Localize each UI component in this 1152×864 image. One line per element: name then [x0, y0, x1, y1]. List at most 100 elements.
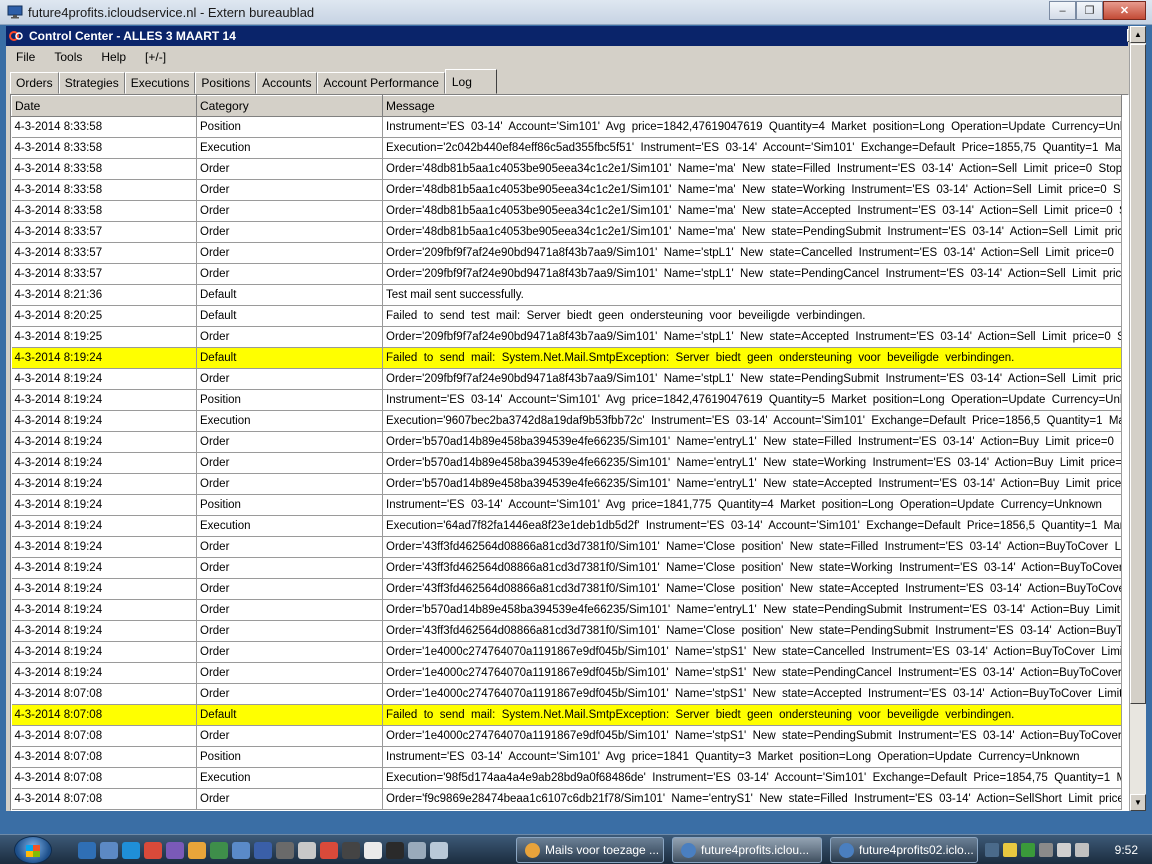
log-cell-message: Test mail sent successfully.: [382, 284, 1122, 306]
column-header-category[interactable]: Category: [196, 95, 383, 117]
battery-icon[interactable]: [1039, 843, 1053, 857]
chrome-icon[interactable]: [320, 842, 338, 859]
close-button[interactable]: ✕: [1103, 1, 1146, 20]
chart-icon[interactable]: [254, 842, 272, 859]
log-row[interactable]: 4-3-2014 8:07:08 Order Order='f9c9869e2847…: [11, 788, 1122, 810]
log-cell-category: Order: [196, 431, 383, 453]
log-row[interactable]: 4-3-2014 8:19:24 Order Order='1e4000c27476…: [11, 641, 1122, 663]
app-icon[interactable]: [386, 842, 404, 859]
remote-desktop-title: future4profits.icloudservice.nl - Extern…: [28, 5, 315, 20]
app-icon[interactable]: [276, 842, 294, 859]
log-row[interactable]: 4-3-2014 8:19:24 Order Order='209fbf9f7af2…: [11, 368, 1122, 390]
show-desktop-icon[interactable]: [78, 842, 96, 859]
app-icon[interactable]: [210, 842, 228, 859]
app-icon[interactable]: [166, 842, 184, 859]
log-row[interactable]: 4-3-2014 8:19:24 Position Instrument='ES 0…: [11, 494, 1122, 516]
log-row[interactable]: 4-3-2014 8:07:08 Order Order='1e4000c27476…: [11, 725, 1122, 747]
app-icon[interactable]: [408, 842, 426, 859]
tab-executions[interactable]: Executions: [124, 72, 196, 94]
log-cell-message: Failed to send mail: System.Net.Mail.Smt…: [382, 347, 1122, 369]
menu-file[interactable]: File: [6, 50, 44, 64]
network-icon[interactable]: [1057, 843, 1071, 857]
vertical-scrollbar[interactable]: ▲ ▼: [1129, 26, 1146, 811]
tab-strip: Orders Strategies Executions Positions A…: [10, 69, 497, 94]
chrome-icon[interactable]: [144, 842, 162, 859]
tab-log[interactable]: Log: [444, 69, 497, 94]
log-row[interactable]: 4-3-2014 8:33:57 Order Order='209fbf9f7af2…: [11, 263, 1122, 285]
log-row[interactable]: 4-3-2014 8:33:58 Order Order='48db81b5aa1c…: [11, 200, 1122, 222]
tab-strategies[interactable]: Strategies: [58, 72, 125, 94]
column-header-message[interactable]: Message: [382, 95, 1122, 117]
log-row[interactable]: 4-3-2014 8:19:25 Order Order='209fbf9f7af2…: [11, 326, 1122, 348]
log-cell-date: 4-3-2014 8:07:08: [11, 746, 197, 768]
security-icon[interactable]: [1003, 843, 1017, 857]
log-row[interactable]: 4-3-2014 8:19:24 Order Order='43ff3fd46256…: [11, 578, 1122, 600]
tab-accounts[interactable]: Accounts: [256, 72, 318, 94]
taskbar-window-button[interactable]: future4profits.iclou...: [672, 837, 822, 863]
log-row[interactable]: 4-3-2014 8:33:58 Order Order='48db81b5aa1c…: [11, 158, 1122, 180]
scroll-up-button[interactable]: ▲: [1130, 26, 1146, 43]
log-cell-message: Execution='2c042b440ef84eff86c5ad355fbc5…: [382, 137, 1122, 159]
log-row[interactable]: 4-3-2014 8:07:08 Position Instrument='ES 0…: [11, 746, 1122, 768]
media-icon[interactable]: [188, 842, 206, 859]
internet-explorer-icon[interactable]: [122, 842, 140, 859]
control-center-window: Control Center - ALLES 3 MAART 14 File T…: [6, 26, 1146, 811]
log-row[interactable]: 4-3-2014 8:19:24 Order Order='43ff3fd46256…: [11, 536, 1122, 558]
log-cell-category: Position: [196, 116, 383, 138]
log-cell-category: Order: [196, 158, 383, 180]
app-icon[interactable]: [430, 842, 448, 859]
log-row[interactable]: 4-3-2014 8:19:24 Order Order='1e4000c27476…: [11, 662, 1122, 684]
tab-account-performance[interactable]: Account Performance: [317, 72, 445, 94]
log-row[interactable]: 4-3-2014 8:19:24 Order Order='43ff3fd46256…: [11, 557, 1122, 579]
taskbar-window-button[interactable]: Mails voor toezage ...: [516, 837, 664, 863]
maximize-button[interactable]: ❐: [1076, 1, 1103, 20]
menu-expand[interactable]: [+/-]: [135, 50, 175, 64]
log-row[interactable]: 4-3-2014 8:21:36 Default Test mail sent su…: [11, 284, 1122, 306]
log-row[interactable]: 4-3-2014 8:19:24 Order Order='b570ad14b89e…: [11, 599, 1122, 621]
log-row[interactable]: 4-3-2014 8:19:24 Position Instrument='ES 0…: [11, 389, 1122, 411]
log-row[interactable]: 4-3-2014 8:19:24 Default Failed to send ma…: [11, 347, 1122, 369]
column-header-date[interactable]: Date: [11, 95, 197, 117]
log-cell-date: 4-3-2014 8:33:57: [11, 263, 197, 285]
tab-orders[interactable]: Orders: [10, 72, 59, 94]
scroll-down-button[interactable]: ▼: [1130, 794, 1146, 811]
volume-icon[interactable]: [1075, 843, 1089, 857]
app-icon[interactable]: [364, 842, 382, 859]
tab-positions[interactable]: Positions: [195, 72, 257, 94]
log-row[interactable]: 4-3-2014 8:07:08 Order Order='1e4000c27476…: [11, 683, 1122, 705]
minimize-button[interactable]: ‒: [1049, 1, 1076, 20]
log-row[interactable]: 4-3-2014 8:19:24 Order Order='b570ad14b89e…: [11, 452, 1122, 474]
log-body: 4-3-2014 8:33:58 Position Instrument='ES 0…: [11, 116, 1122, 810]
log-cell-category: Default: [196, 347, 383, 369]
menu-tools[interactable]: Tools: [44, 50, 91, 64]
log-cell-category: Order: [196, 725, 383, 747]
log-row[interactable]: 4-3-2014 8:19:24 Execution Execution='9607…: [11, 410, 1122, 432]
log-row[interactable]: 4-3-2014 8:07:08 Default Failed to send ma…: [11, 704, 1122, 726]
control-center-titlebar: Control Center - ALLES 3 MAART 14: [6, 26, 1128, 46]
app-icon[interactable]: [298, 842, 316, 859]
scroll-thumb[interactable]: [1130, 44, 1146, 704]
log-row[interactable]: 4-3-2014 8:33:58 Order Order='48db81b5aa1c…: [11, 179, 1122, 201]
start-button[interactable]: [14, 836, 52, 864]
log-row[interactable]: 4-3-2014 8:19:24 Order Order='43ff3fd46256…: [11, 620, 1122, 642]
log-row[interactable]: 4-3-2014 8:20:25 Default Failed to send te…: [11, 305, 1122, 327]
log-row[interactable]: 4-3-2014 8:33:58 Position Instrument='ES 0…: [11, 116, 1122, 138]
log-row[interactable]: 4-3-2014 8:19:24 Order Order='b570ad14b89e…: [11, 473, 1122, 495]
explorer-icon[interactable]: [100, 842, 118, 859]
check-icon[interactable]: [1021, 843, 1035, 857]
clock[interactable]: 9:52: [1115, 843, 1138, 857]
log-row[interactable]: 4-3-2014 8:33:58 Execution Execution='2c04…: [11, 137, 1122, 159]
bluetooth-icon[interactable]: [985, 843, 999, 857]
log-row[interactable]: 4-3-2014 8:33:57 Order Order='48db81b5aa1c…: [11, 221, 1122, 243]
log-row[interactable]: 4-3-2014 8:33:57 Order Order='209fbf9f7af2…: [11, 242, 1122, 264]
taskbar-window-button[interactable]: future4profits02.iclo...: [830, 837, 978, 863]
log-cell-category: Order: [196, 557, 383, 579]
log-cell-date: 4-3-2014 8:19:24: [11, 536, 197, 558]
log-row[interactable]: 4-3-2014 8:07:08 Execution Execution='98f5…: [11, 767, 1122, 789]
log-cell-date: 4-3-2014 8:07:08: [11, 704, 197, 726]
app-icon[interactable]: [342, 842, 360, 859]
mail-icon[interactable]: [232, 842, 250, 859]
menu-help[interactable]: Help: [91, 50, 135, 64]
log-row[interactable]: 4-3-2014 8:19:24 Execution Execution='64ad…: [11, 515, 1122, 537]
log-row[interactable]: 4-3-2014 8:19:24 Order Order='b570ad14b89e…: [11, 431, 1122, 453]
